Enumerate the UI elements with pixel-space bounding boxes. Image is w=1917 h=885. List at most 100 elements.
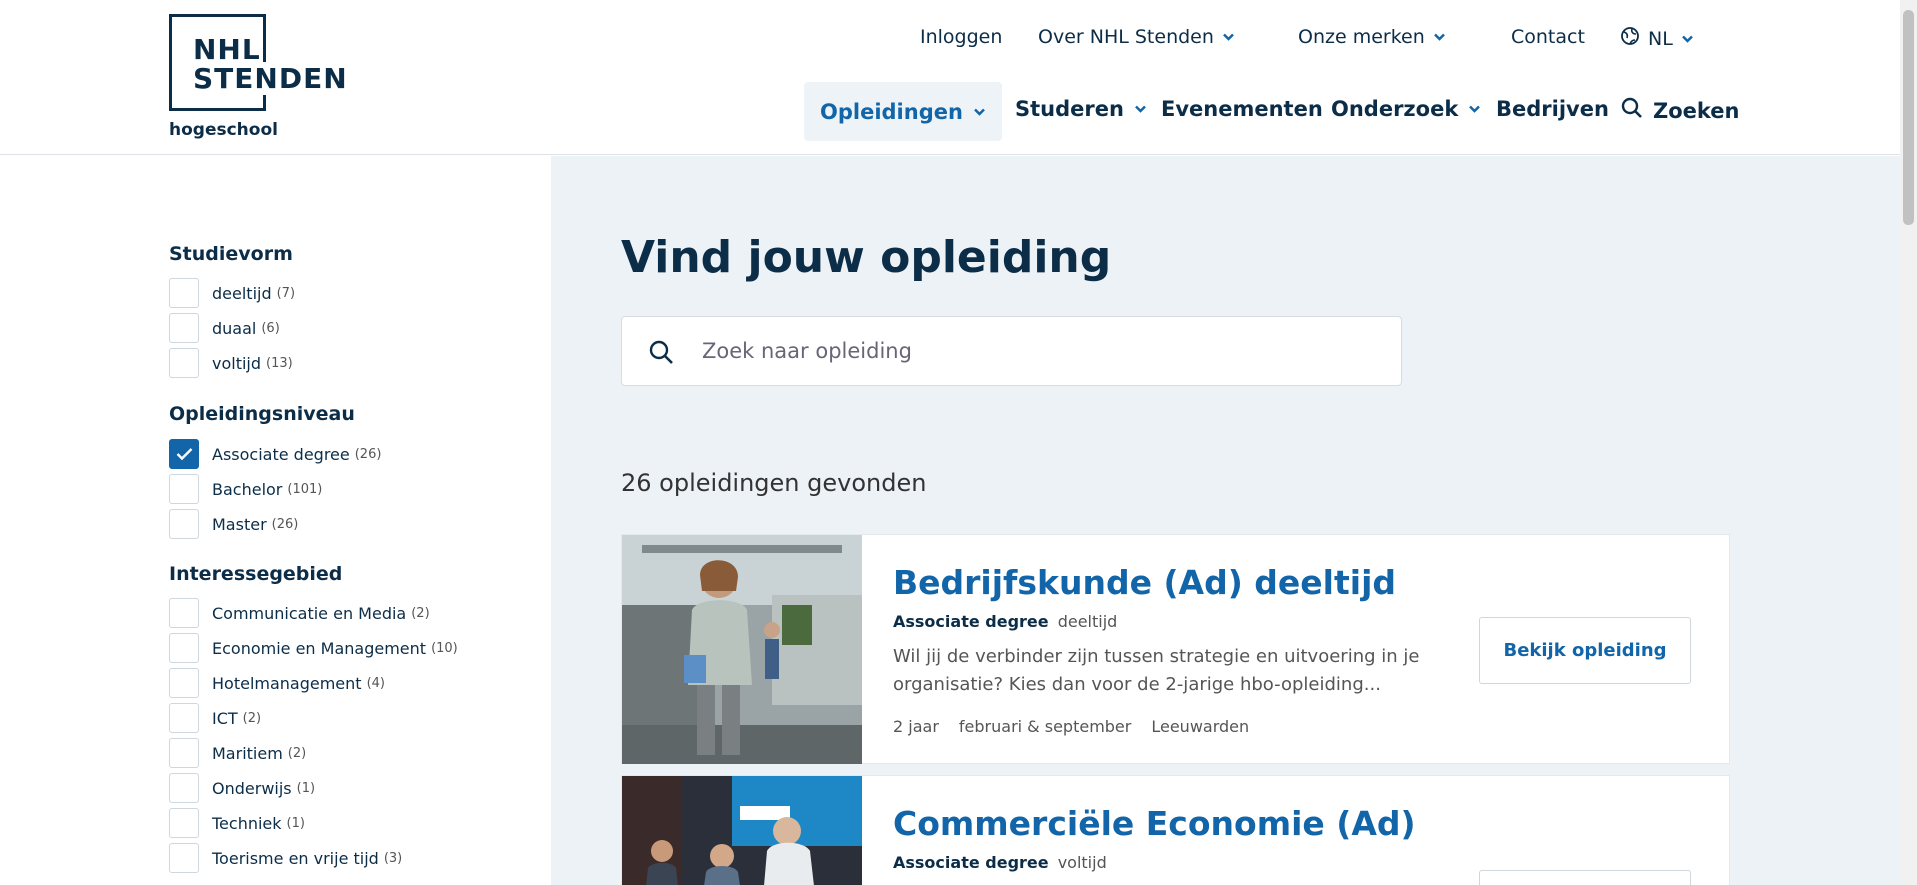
checkbox[interactable] xyxy=(169,598,199,628)
logo-subtitle: hogeschool xyxy=(169,120,278,140)
nav-evenementen[interactable]: Evenementen xyxy=(1161,97,1323,121)
nav-zoeken-label: Zoeken xyxy=(1653,98,1740,123)
search-icon xyxy=(1621,97,1643,124)
checkbox[interactable] xyxy=(169,633,199,663)
program-title-link[interactable]: Bedrijfskunde (Ad) deeltijd xyxy=(893,563,1396,602)
result-card[interactable]: Bedrijfskunde (Ad) deeltijd Associate de… xyxy=(621,534,1730,764)
checkbox[interactable] xyxy=(169,509,199,539)
filter-label: Techniek xyxy=(212,813,282,833)
filter-label: voltijd xyxy=(212,353,262,373)
search-input[interactable] xyxy=(702,317,1382,385)
filter-count: (1) xyxy=(286,815,305,831)
filter-checkbox[interactable]: Onderwijs (1) xyxy=(169,773,315,803)
chevron-down-icon xyxy=(973,107,986,117)
filter-label: deeltijd xyxy=(212,283,272,303)
filter-count: (3) xyxy=(383,850,403,866)
filter-checkbox[interactable]: Master (26) xyxy=(169,509,298,539)
checkbox[interactable] xyxy=(169,703,199,733)
checkmark-icon xyxy=(176,448,193,461)
site-header: NHL STENDEN hogeschool Inloggen Over NHL… xyxy=(0,0,1900,155)
globe-icon xyxy=(1620,26,1640,51)
filter-count: (26) xyxy=(354,446,382,462)
page-scrollbar[interactable] xyxy=(1900,0,1917,885)
program-photo xyxy=(622,535,862,764)
nav-bedrijven[interactable]: Bedrijven xyxy=(1496,97,1609,121)
nav-studeren-label: Studeren xyxy=(1015,97,1124,121)
nav-contact-label: Contact xyxy=(1511,26,1585,48)
filter-group-title: Interessegebied xyxy=(169,563,343,585)
search-icon xyxy=(648,339,674,369)
nav-inloggen-label: Inloggen xyxy=(920,26,1003,48)
nav-opleidingen[interactable]: Opleidingen xyxy=(804,82,1002,141)
program-mode: voltijd xyxy=(1057,853,1107,872)
filter-checkbox[interactable]: Maritiem (2) xyxy=(169,738,306,768)
filter-label: duaal xyxy=(212,318,257,338)
filter-checkbox[interactable]: Associate degree (26) xyxy=(169,439,381,469)
view-program-button[interactable]: Bekijk opleiding xyxy=(1479,617,1691,684)
filter-checkbox[interactable]: deeltijd (7) xyxy=(169,278,295,308)
view-program-button[interactable] xyxy=(1479,870,1691,885)
checkbox[interactable] xyxy=(169,668,199,698)
program-description: Wil jij de verbinder zijn tussen strateg… xyxy=(893,646,1420,695)
filter-label: Onderwijs xyxy=(212,778,292,798)
nav-studeren[interactable]: Studeren xyxy=(1015,97,1147,121)
filter-label: Maritiem xyxy=(212,743,283,763)
filter-label: Hotelmanagement xyxy=(212,673,362,693)
result-card[interactable]: Commerciële Economie (Ad) Associate degr… xyxy=(621,775,1730,885)
program-facts: 2 jaar februari & september Leeuwarden xyxy=(893,717,1249,736)
filter-group-title: Opleidingsniveau xyxy=(169,403,355,425)
chevron-down-icon xyxy=(1134,104,1147,114)
nav-onze-merken[interactable]: Onze merken xyxy=(1298,26,1446,48)
nav-evenementen-label: Evenementen xyxy=(1161,97,1323,121)
program-meta: Associate degree deeltijd xyxy=(893,612,1117,631)
checkbox[interactable] xyxy=(169,474,199,504)
logo-line-2: STENDEN xyxy=(193,62,350,95)
nav-onderzoek[interactable]: Onderzoek xyxy=(1331,97,1481,121)
nav-opleidingen-label: Opleidingen xyxy=(820,99,963,124)
filter-label: Associate degree xyxy=(212,444,350,464)
filter-count: (2) xyxy=(242,710,262,726)
program-start: februari & september xyxy=(958,717,1132,736)
filter-count: (7) xyxy=(276,285,296,301)
program-search-box[interactable] xyxy=(621,316,1402,386)
filter-checkbox[interactable]: Economie en Management (10) xyxy=(169,633,458,663)
filter-label: ICT xyxy=(212,708,238,728)
nav-zoeken[interactable]: Zoeken xyxy=(1621,97,1740,124)
checkbox[interactable] xyxy=(169,278,199,308)
filter-count: (10) xyxy=(431,640,458,656)
checkbox[interactable] xyxy=(169,348,199,378)
filter-count: (6) xyxy=(261,320,280,336)
filter-label: Bachelor xyxy=(212,479,283,499)
chevron-down-icon xyxy=(1681,34,1694,44)
filter-checkbox[interactable]: Toerisme en vrije tijd (3) xyxy=(169,843,402,873)
filter-count: (2) xyxy=(411,605,430,621)
filter-group-title: Studievorm xyxy=(169,243,293,265)
filter-checkbox[interactable]: Communicatie en Media (2) xyxy=(169,598,430,628)
checkbox[interactable] xyxy=(169,313,199,343)
nav-over-nhl-stenden[interactable]: Over NHL Stenden xyxy=(1038,26,1235,48)
filter-label: Master xyxy=(212,514,267,534)
filter-checkbox[interactable]: Bachelor (101) xyxy=(169,474,322,504)
program-meta: Associate degree voltijd xyxy=(893,853,1107,872)
filter-checkbox[interactable]: ICT (2) xyxy=(169,703,261,733)
filter-checkbox[interactable]: Techniek (1) xyxy=(169,808,305,838)
language-selector[interactable]: NL xyxy=(1620,26,1694,51)
nav-merken-label: Onze merken xyxy=(1298,26,1425,48)
program-mode: deeltijd xyxy=(1057,612,1118,631)
scrollbar-thumb[interactable] xyxy=(1903,10,1914,225)
filter-count: (101) xyxy=(287,481,323,497)
checkbox[interactable] xyxy=(169,773,199,803)
nav-contact[interactable]: Contact xyxy=(1511,26,1585,48)
filter-checkbox[interactable]: Hotelmanagement (4) xyxy=(169,668,385,698)
checkbox-checked[interactable] xyxy=(169,439,199,469)
checkbox[interactable] xyxy=(169,738,199,768)
filter-count: (2) xyxy=(287,745,307,761)
program-title-link[interactable]: Commerciële Economie (Ad) xyxy=(893,804,1416,843)
nav-inloggen[interactable]: Inloggen xyxy=(920,26,1002,48)
filter-count: (26) xyxy=(271,516,299,532)
checkbox[interactable] xyxy=(169,808,199,838)
checkbox[interactable] xyxy=(169,843,199,873)
filter-label: Toerisme en vrije tijd xyxy=(212,848,379,868)
filter-checkbox[interactable]: voltijd (13) xyxy=(169,348,293,378)
filter-checkbox[interactable]: duaal (6) xyxy=(169,313,280,343)
